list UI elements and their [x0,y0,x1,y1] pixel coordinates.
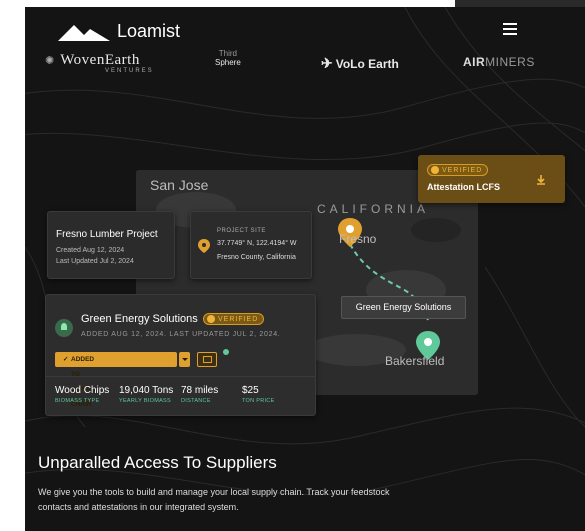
section-description: We give you the tools to build and manag… [38,487,390,512]
stat-biomass-type: Wood Chips BIOMASS TYPE [55,385,110,404]
location-pin-icon [198,239,210,253]
brand-logo[interactable]: Loamist [58,21,180,42]
navbar: Loamist [25,7,585,49]
city-label-bakersfield: Bakersfield [385,354,445,368]
city-label-san-jose: San Jose [150,177,209,193]
map-tooltip: Green Energy Solutions [341,296,466,319]
project-card[interactable]: Fresno Lumber Project Created Aug 12, 20… [47,211,175,279]
city-label-fresno: Fresno [339,232,377,246]
partner-voloearth: ✈ VoLo Earth [321,55,399,71]
project-created: Created Aug 12, 2024 [56,247,125,254]
brand-name: Loamist [117,21,181,41]
attestation-card[interactable]: VERIFIED Attestation LCFS [418,155,565,203]
supplier-name: Green Energy Solutions [81,313,198,325]
verified-badge: VERIFIED [427,164,489,176]
project-updated: Last Updated Jul 2, 2024 [56,258,134,265]
stat-ton-price: $25 TON PRICE [242,385,275,404]
landing-page: Loamist ✺ WovenEarth VENTURES Third Spher… [25,7,585,531]
site-county: Fresno County, California [217,254,296,261]
add-to-supply-chain-button[interactable]: ✓ ADDED TO SUPPLY CHAIN [55,352,177,408]
verified-badge: VERIFIED [203,313,265,325]
site-coordinates: 37.7749° N, 122.4194° W [217,240,297,247]
info-icon[interactable] [223,349,229,355]
partner-logos: ✺ WovenEarth VENTURES Third Sphere ✈ VoLo … [25,49,585,89]
state-label: CALIFORNIA [317,202,430,216]
supplier-card[interactable]: Green Energy Solutions VERIFIED ADDED AU… [45,294,316,416]
supplier-pin-icon [55,319,73,337]
top-strip [455,0,585,7]
wovenearth-mark-icon: ✺ [45,55,55,67]
partner-airminers: AIRMINERS [463,55,535,69]
partner-wovenearth: ✺ WovenEarth VENTURES [45,52,154,74]
download-icon[interactable] [535,174,547,186]
divider [46,376,315,377]
hamburger-menu-icon[interactable] [503,23,517,35]
project-title: Fresno Lumber Project [56,229,158,240]
stat-distance: 78 miles DISTANCE [181,385,219,404]
chevron-down-icon[interactable] [179,352,190,367]
check-icon [207,315,215,323]
check-icon [431,166,439,174]
message-icon[interactable] [197,352,217,367]
partner-thirdsphere: Third Sphere [215,49,241,67]
supplier-meta: ADDED AUG 12, 2024. LAST UPDATED JUL 2, … [81,331,281,338]
attestation-title: Attestation LCFS [427,182,500,192]
project-site-card[interactable]: PROJECT SITE 37.7749° N, 122.4194° W Fre… [190,211,312,279]
site-label: PROJECT SITE [217,228,266,234]
section-heading: Unparalled Access To Suppliers [38,453,277,472]
mountain-logo-icon [58,24,110,41]
stat-yearly-biomass: 19,040 Tons YEARLY BIOMASS [119,385,174,404]
volo-bird-icon: ✈ [321,55,333,71]
